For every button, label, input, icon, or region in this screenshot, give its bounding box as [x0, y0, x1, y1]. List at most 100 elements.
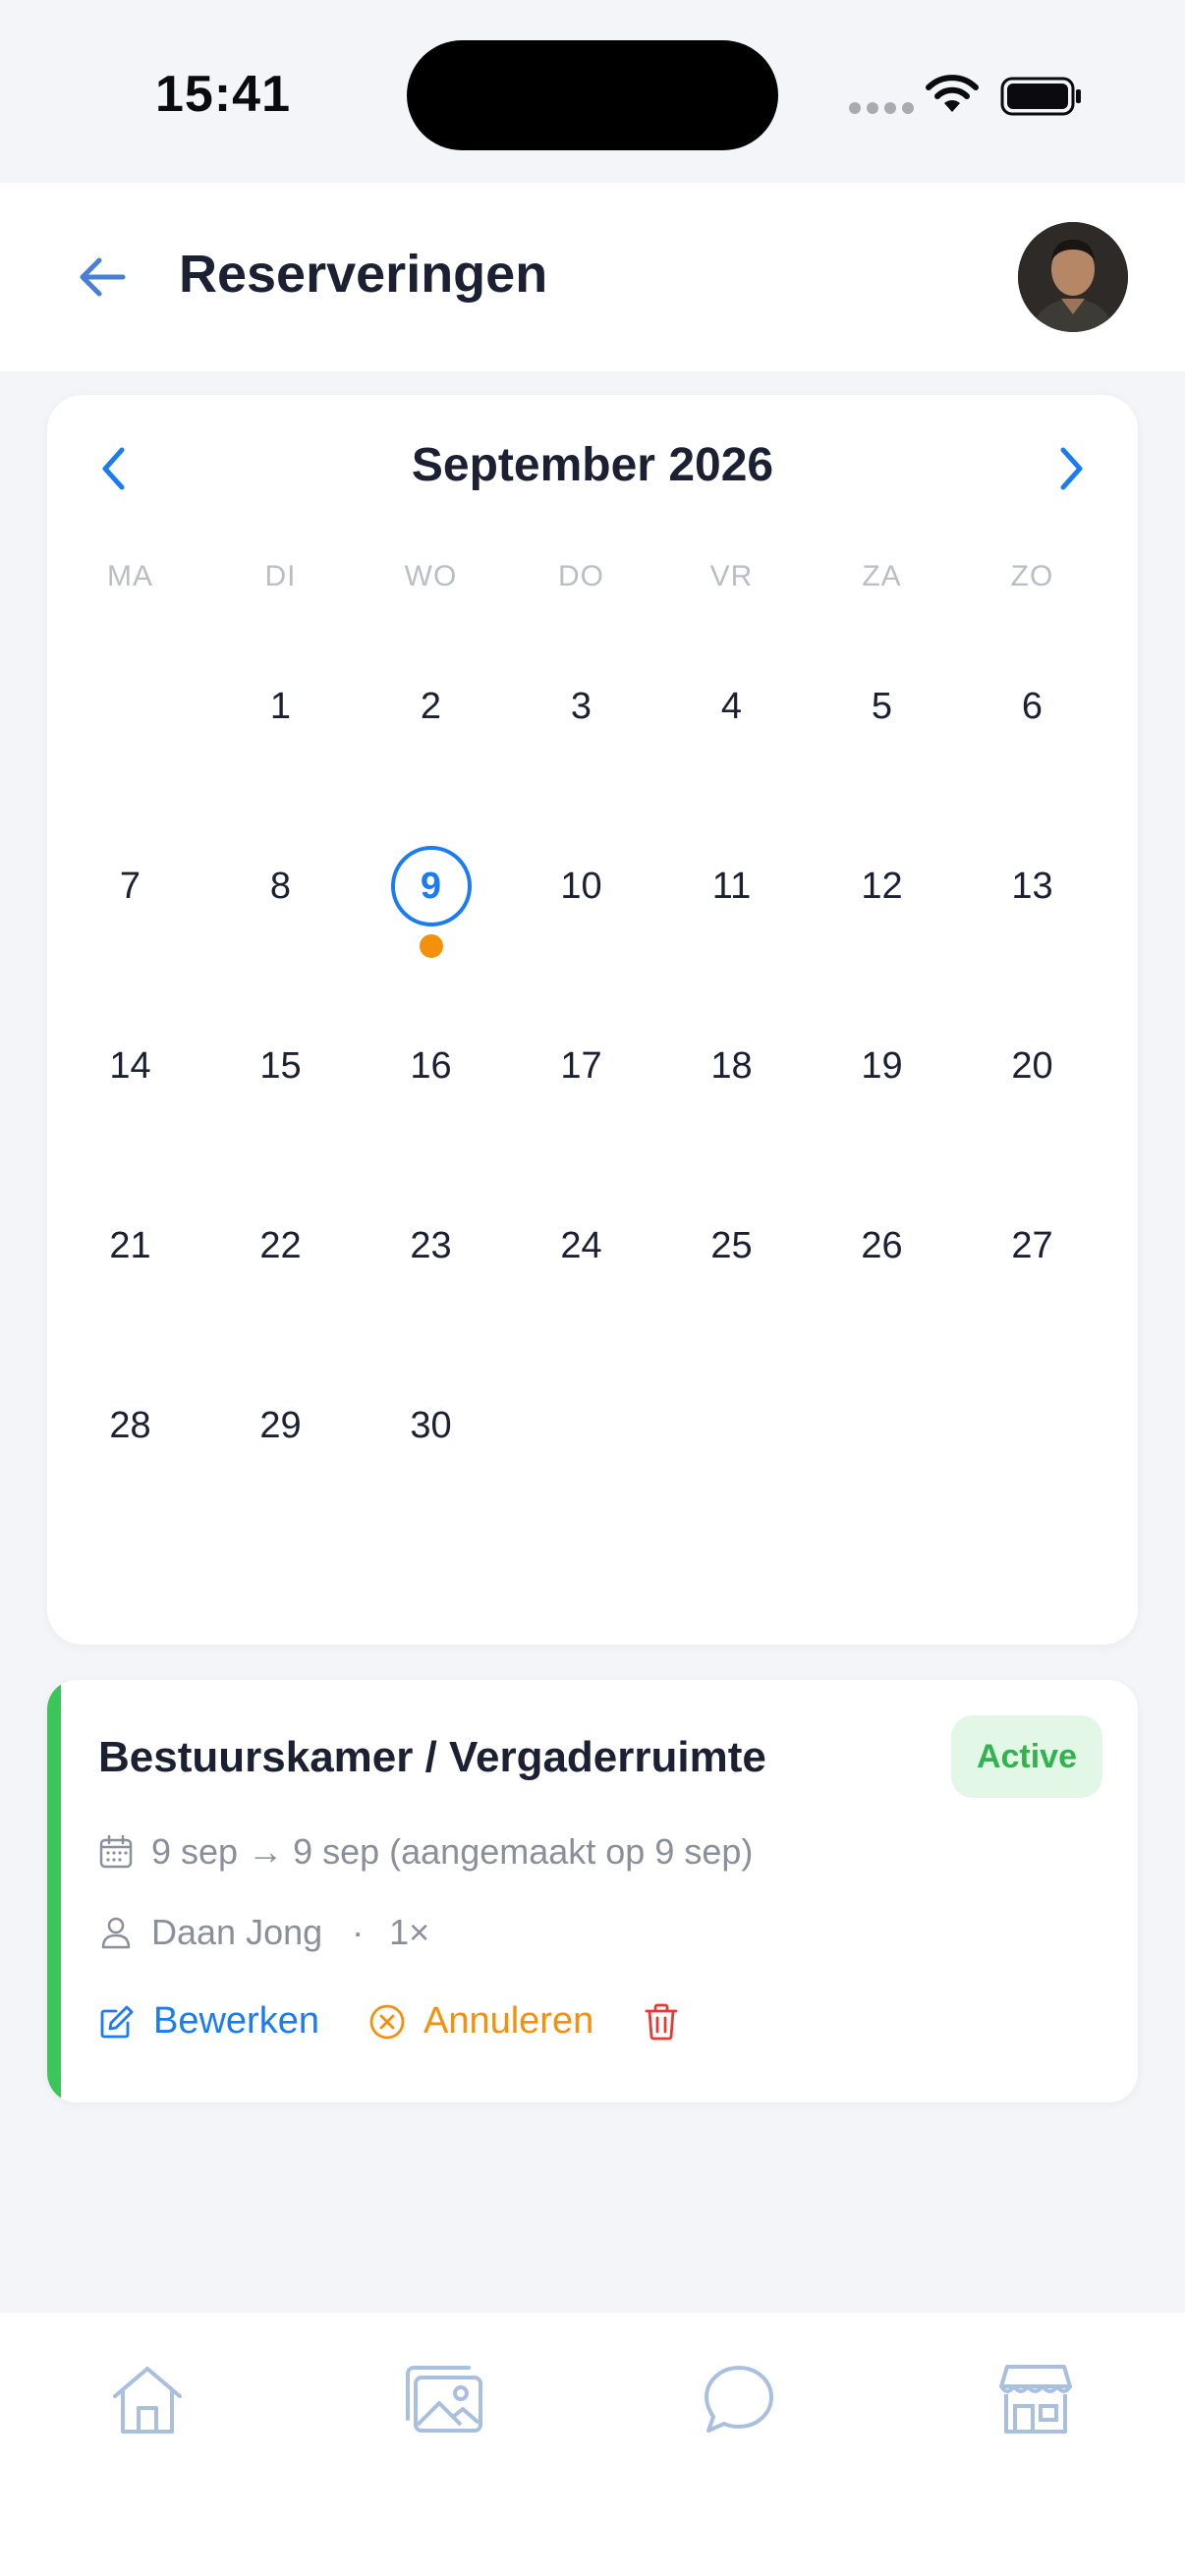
nav-store[interactable]: [987, 2350, 1085, 2448]
weekday-label: ZO: [1010, 560, 1054, 592]
chat-icon: [705, 2366, 773, 2433]
day-number: 17: [560, 1044, 602, 1087]
weekday-label: DI: [264, 560, 297, 592]
day-cell[interactable]: 11: [656, 846, 807, 1026]
day-cell[interactable]: 18: [656, 1026, 807, 1205]
day-cell[interactable]: 19: [807, 1026, 957, 1205]
day-cell[interactable]: 12: [807, 846, 957, 1026]
day-number: 26: [861, 1224, 903, 1266]
day-number: 4: [720, 685, 743, 727]
day-number: 12: [861, 865, 903, 907]
nav-home[interactable]: [98, 2350, 197, 2448]
day-cell[interactable]: 9: [356, 846, 506, 1026]
cancel-circle-icon: [369, 2004, 405, 2039]
day-cell[interactable]: 27: [957, 1205, 1107, 1385]
day-number: 5: [871, 685, 893, 727]
day-cell[interactable]: 26: [807, 1205, 957, 1385]
reservation-count: 1×: [389, 1912, 430, 1952]
trash-icon: [645, 2003, 678, 2040]
day-number: 11: [711, 865, 752, 907]
day-number: 29: [259, 1404, 302, 1446]
delete-button[interactable]: [643, 2002, 680, 2042]
day-number: 13: [1011, 865, 1053, 907]
calendar-day-grid: 1 2 3 4 5 6 7 8 9 10 11 12 13 14 15 16 17 18 19 20 21 22 23 24 2…: [55, 666, 1107, 1565]
day-cell[interactable]: 22: [205, 1205, 356, 1385]
day-number: 25: [710, 1224, 753, 1266]
day-number: 6: [1021, 685, 1044, 727]
bottom-nav: [0, 2313, 1185, 2576]
calendar-card: September 2026 MA DI WO DO VR ZA ZO 1234…: [47, 395, 1138, 1645]
day-cell[interactable]: 20: [957, 1026, 1107, 1205]
day-number: 23: [410, 1224, 452, 1266]
cancel-button[interactable]: Annuleren: [368, 2000, 593, 2043]
status-time: 15:41: [155, 66, 291, 123]
day-number: 8: [269, 865, 292, 907]
day-number: 3: [570, 685, 592, 727]
gallery-icon: [406, 2366, 482, 2433]
weekday-header: MA DI WO DO VR ZA ZO: [55, 560, 1107, 593]
day-number: 18: [710, 1044, 753, 1087]
dynamic-island: [407, 40, 778, 150]
calendar-icon: [99, 1834, 133, 1869]
reservation-title: Bestuurskamer / Vergaderruimte: [98, 1733, 766, 1781]
day-cell[interactable]: 17: [506, 1026, 656, 1205]
chevron-right-icon: [1060, 447, 1083, 490]
reservation-user: Daan Jong: [151, 1912, 323, 1952]
weekday-label: VR: [709, 560, 754, 592]
day-cell[interactable]: 21: [55, 1205, 205, 1385]
day-cell[interactable]: 3: [506, 666, 656, 846]
day-number: 24: [560, 1224, 602, 1266]
day-cell[interactable]: 24: [506, 1205, 656, 1385]
day-number: 16: [410, 1044, 452, 1087]
cancel-label: Annuleren: [423, 2000, 594, 2042]
edit-label: Bewerken: [153, 2000, 319, 2042]
empty-day-cell: [55, 666, 205, 846]
day-cell[interactable]: 5: [807, 666, 957, 846]
day-cell[interactable]: 4: [656, 666, 807, 846]
day-number: 9: [390, 846, 472, 926]
reservation-card[interactable]: Bestuurskamer / Vergaderruimte Active 9 …: [47, 1680, 1138, 2102]
day-number: 15: [259, 1044, 302, 1087]
day-cell[interactable]: 2: [356, 666, 506, 846]
day-cell[interactable]: 8: [205, 846, 356, 1026]
day-number: 27: [1011, 1224, 1053, 1266]
day-cell[interactable]: 10: [506, 846, 656, 1026]
app-header: Reserveringen: [0, 183, 1185, 371]
day-cell[interactable]: 23: [356, 1205, 506, 1385]
nav-gallery[interactable]: [395, 2350, 493, 2448]
cellular-signal-icon: [849, 102, 914, 114]
back-arrow-icon: [80, 257, 126, 297]
battery-icon: [1000, 77, 1081, 116]
day-cell[interactable]: 14: [55, 1026, 205, 1205]
empty-day-cell: [807, 1385, 957, 1565]
event-indicator-dot: [419, 934, 443, 958]
day-cell[interactable]: 7: [55, 846, 205, 1026]
reservation-user-row: Daan Jong · 1×: [98, 1912, 429, 1953]
day-number: 14: [109, 1044, 151, 1087]
day-cell[interactable]: 28: [55, 1385, 205, 1565]
status-bar: 15:41: [0, 0, 1185, 183]
day-number: 1: [269, 685, 292, 727]
day-number: 22: [259, 1224, 302, 1266]
day-cell[interactable]: 15: [205, 1026, 356, 1205]
back-button[interactable]: [73, 248, 132, 307]
separator-dot: ·: [352, 1912, 365, 1952]
day-cell[interactable]: 30: [356, 1385, 506, 1565]
edit-button[interactable]: Bewerken: [98, 2000, 319, 2043]
day-cell[interactable]: 1: [205, 666, 356, 846]
empty-day-cell: [656, 1385, 807, 1565]
day-number: 28: [109, 1404, 151, 1446]
day-cell[interactable]: 13: [957, 846, 1107, 1026]
avatar[interactable]: [1018, 222, 1128, 332]
day-cell[interactable]: 29: [205, 1385, 356, 1565]
day-cell[interactable]: 16: [356, 1026, 506, 1205]
day-cell[interactable]: 25: [656, 1205, 807, 1385]
nav-chat[interactable]: [690, 2350, 788, 2448]
day-number: 7: [119, 865, 141, 907]
day-cell[interactable]: 6: [957, 666, 1107, 846]
next-month-button[interactable]: [1042, 434, 1100, 503]
day-number: 21: [109, 1224, 151, 1266]
reservation-actions: Bewerken Annuleren: [98, 2000, 680, 2043]
day-number: 30: [410, 1404, 452, 1446]
status-badge: Active: [950, 1715, 1102, 1798]
